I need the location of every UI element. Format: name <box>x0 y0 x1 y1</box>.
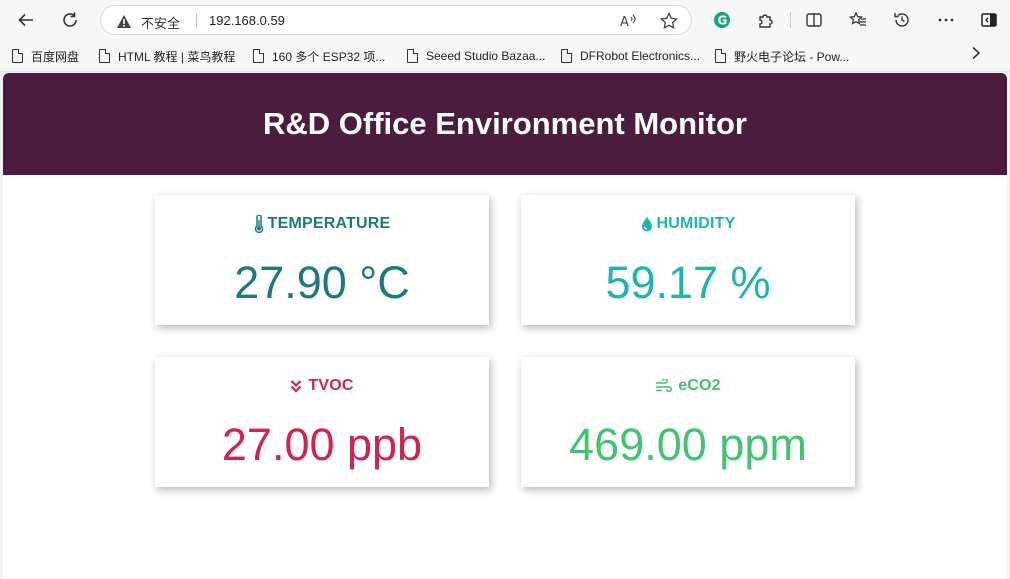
puzzle-icon <box>759 14 773 28</box>
split-screen-icon <box>806 13 822 27</box>
temperature-label: TEMPERATURE <box>267 215 391 232</box>
page-title: R&D Office Environment Monitor <box>263 106 747 141</box>
split-screen-button[interactable] <box>800 6 828 34</box>
favorites-button[interactable] <box>844 6 872 34</box>
history-button[interactable] <box>888 6 916 34</box>
page-viewport: R&D Office Environment Monitor TEMPERATU… <box>3 73 1007 579</box>
humidity-value: 59.17 % <box>605 257 771 308</box>
page-icon <box>12 49 23 63</box>
bookmark-label: HTML 教程 | 菜鸟教程 <box>118 49 236 64</box>
droplet-icon <box>641 217 652 232</box>
sidebar-toggle-button[interactable] <box>975 6 1003 34</box>
svg-text:G: G <box>718 14 728 28</box>
refresh-icon <box>63 12 77 27</box>
temperature-card: TEMPERATURE 27.90 °C <box>155 195 489 325</box>
sidebar-icon <box>981 13 997 27</box>
double-chevron-down-icon <box>291 380 302 393</box>
toolbar-divider <box>790 12 791 28</box>
eco2-value: 469.00 ppm <box>569 419 807 470</box>
tvoc-label: TVOC <box>308 377 354 394</box>
bookmark-label: DFRobot Electronics... <box>580 49 701 63</box>
refresh-button[interactable] <box>56 6 84 34</box>
grammarly-extension-button[interactable]: G <box>708 6 736 34</box>
address-bar[interactable]: 不安全 192.168.0.59 A <box>100 5 692 35</box>
bookmark-item[interactable]: 160 多个 ESP32 项... <box>253 47 385 65</box>
bookmark-item[interactable]: 百度网盘 <box>12 47 79 65</box>
bookmark-item[interactable]: Seeed Studio Bazaa... <box>407 47 545 65</box>
url-text[interactable]: 192.168.0.59 <box>209 13 285 28</box>
grammarly-icon: G <box>714 12 730 28</box>
insecure-label[interactable]: 不安全 <box>141 13 180 32</box>
bookmark-label: Seeed Studio Bazaa... <box>426 49 546 63</box>
thermometer-icon <box>254 215 263 233</box>
chevron-right-icon <box>972 46 981 60</box>
bookmark-label: 160 多个 ESP32 项... <box>272 49 386 64</box>
tvoc-label-row: TVOC <box>155 377 489 395</box>
bookmark-item[interactable]: 野火电子论坛 - Pow... <box>715 47 849 65</box>
page-icon <box>407 49 418 63</box>
page-icon <box>715 49 726 63</box>
page-icon <box>253 49 264 63</box>
extensions-button[interactable] <box>752 6 780 34</box>
svg-text:A: A <box>620 15 629 29</box>
ellipsis-icon <box>938 18 954 22</box>
eco2-card: eCO2 469.00 ppm <box>521 357 855 487</box>
warning-icon[interactable] <box>115 12 133 30</box>
eco2-label-row: eCO2 <box>521 377 855 395</box>
humidity-label: HUMIDITY <box>656 215 736 232</box>
tvoc-card: TVOC 27.00 ppb <box>155 357 489 487</box>
temperature-value: 27.90 °C <box>234 257 410 308</box>
bookmark-label: 野火电子论坛 - Pow... <box>734 49 850 64</box>
page-icon <box>99 49 110 63</box>
tvoc-value: 27.00 ppb <box>221 419 423 470</box>
bookmark-label: 百度网盘 <box>31 49 80 64</box>
back-button[interactable] <box>12 6 40 34</box>
browser-toolbar: 不安全 192.168.0.59 A G <box>0 0 1010 40</box>
favorites-list-icon <box>849 11 866 26</box>
favorite-star-icon[interactable] <box>659 11 679 31</box>
temperature-label-row: TEMPERATURE <box>155 215 489 233</box>
bookmarks-bar: 百度网盘 HTML 教程 | 菜鸟教程 160 多个 ESP32 项... Se… <box>0 40 1010 72</box>
arrow-left-icon <box>18 13 33 27</box>
eco2-label: eCO2 <box>678 377 721 394</box>
address-divider <box>196 14 197 28</box>
bookmark-item[interactable]: DFRobot Electronics... <box>561 47 700 65</box>
read-aloud-icon[interactable]: A <box>619 11 639 31</box>
humidity-card: HUMIDITY 59.17 % <box>521 195 855 325</box>
bookmarks-overflow-button[interactable] <box>970 46 982 65</box>
more-menu-button[interactable] <box>932 6 960 34</box>
history-icon <box>894 13 909 27</box>
humidity-label-row: HUMIDITY <box>521 215 855 233</box>
page-icon <box>561 49 572 63</box>
bookmark-item[interactable]: HTML 教程 | 菜鸟教程 <box>99 47 235 65</box>
page-header: R&D Office Environment Monitor <box>3 73 1007 175</box>
wind-icon <box>656 379 673 393</box>
